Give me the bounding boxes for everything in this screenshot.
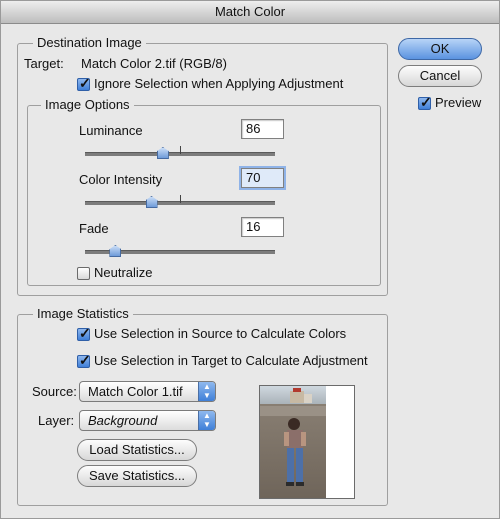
fade-label: Fade	[79, 221, 109, 236]
save-statistics-button[interactable]: Save Statistics...	[77, 465, 197, 487]
source-image-thumbnail	[259, 385, 355, 499]
luminance-label: Luminance	[79, 123, 143, 138]
source-popup[interactable]: Match Color 1.tif ▲ ▼	[79, 381, 216, 402]
child-photo-image	[260, 386, 354, 498]
neutralize-checkbox[interactable]	[77, 267, 90, 280]
fade-input[interactable]: 16	[241, 217, 284, 237]
color-intensity-input[interactable]: 70	[241, 168, 284, 188]
source-popup-value: Match Color 1.tif	[88, 384, 183, 399]
load-statistics-button[interactable]: Load Statistics...	[77, 439, 197, 461]
preview-checkbox[interactable]: ✓	[418, 94, 432, 110]
popup-arrows-icon: ▲ ▼	[198, 382, 215, 401]
ignore-selection-checkbox[interactable]: ✓	[77, 75, 91, 91]
image-statistics-legend: Image Statistics	[33, 306, 133, 321]
popup-arrows-icon: ▲ ▼	[198, 411, 215, 430]
match-color-dialog: Match Color OK Cancel ✓ Preview Destinat…	[0, 0, 500, 519]
source-label: Source:	[32, 384, 77, 399]
target-value: Match Color 2.tif (RGB/8)	[81, 56, 227, 71]
layer-label: Layer:	[38, 413, 75, 428]
image-options-legend: Image Options	[41, 97, 134, 112]
ok-button[interactable]: OK	[398, 38, 482, 60]
window-title: Match Color	[1, 1, 499, 24]
layer-popup[interactable]: Background ▲ ▼	[79, 410, 216, 431]
use-source-selection-checkbox[interactable]: ✓	[77, 325, 91, 341]
cancel-button[interactable]: Cancel	[398, 65, 482, 87]
target-label: Target:	[24, 56, 64, 71]
preview-label: Preview	[435, 95, 482, 110]
ignore-selection-label: Ignore Selection when Applying Adjustmen…	[94, 76, 344, 91]
layer-popup-value: Background	[88, 413, 158, 428]
use-target-selection-checkbox[interactable]: ✓	[77, 352, 91, 368]
use-target-selection-label: Use Selection in Target to Calculate Adj…	[94, 353, 368, 368]
neutralize-label: Neutralize	[94, 265, 153, 280]
luminance-input[interactable]: 86	[241, 119, 284, 139]
color-intensity-label: Color Intensity	[79, 172, 163, 187]
color-intensity-center-tick	[180, 195, 181, 203]
destination-image-legend: Destination Image	[33, 35, 146, 50]
luminance-center-tick	[180, 146, 181, 154]
use-source-selection-label: Use Selection in Source to Calculate Col…	[94, 326, 347, 341]
